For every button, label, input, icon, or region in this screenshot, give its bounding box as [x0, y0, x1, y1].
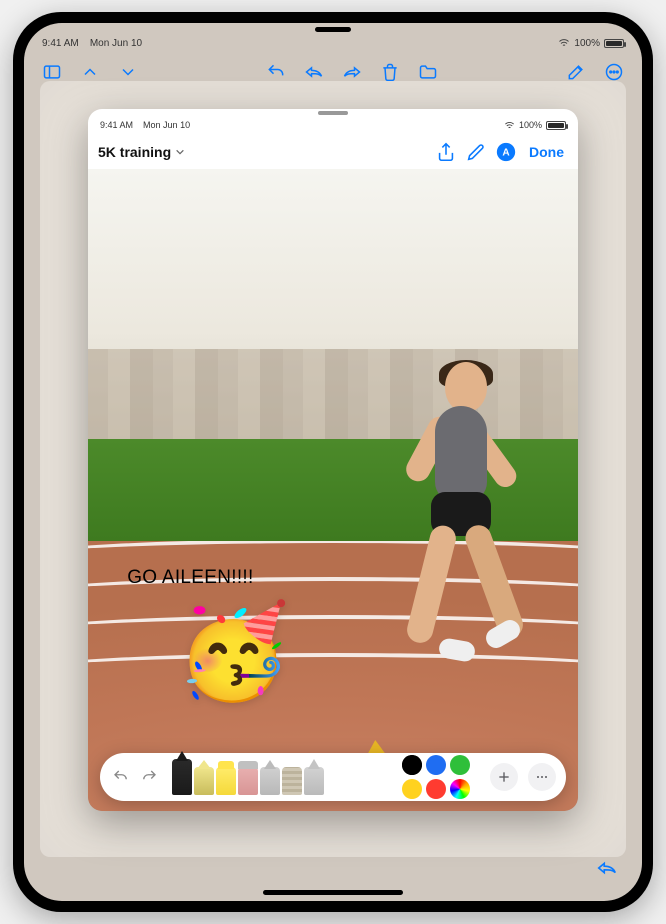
document-title-button[interactable]: 5K training [98, 144, 185, 160]
sheet-battery-percent: 100% [519, 120, 542, 130]
screen: 9:41 AM Mon Jun 10 100% [24, 23, 642, 901]
done-button[interactable]: Done [525, 144, 568, 160]
chevron-down-icon [175, 147, 185, 157]
battery-percent: 100% [574, 38, 600, 49]
text-annotation[interactable]: GO AILEEN!!!! [127, 567, 253, 589]
forward-icon[interactable] [342, 62, 362, 82]
wifi-icon [558, 37, 570, 49]
lasso-tool[interactable] [260, 767, 280, 795]
photo-canvas[interactable]: GO AILEEN!!!! 🥳 [88, 169, 578, 811]
more-icon[interactable] [604, 62, 624, 82]
runner-figure [389, 362, 529, 682]
compose-icon[interactable] [566, 62, 586, 82]
svg-text:A: A [502, 148, 510, 159]
color-blue[interactable] [426, 755, 446, 775]
battery-icon [604, 39, 624, 48]
sheet-wifi-icon [504, 120, 515, 131]
markup-sheet: 9:41 AM Mon Jun 10 100% 5K training [88, 109, 578, 811]
tool-picker [172, 759, 324, 795]
sidebar-toggle-icon[interactable] [42, 62, 62, 82]
share-icon[interactable] [435, 141, 457, 163]
document-title: 5K training [98, 144, 171, 160]
folder-icon[interactable] [418, 62, 438, 82]
sheet-status-date: Mon Jun 10 [143, 120, 190, 130]
sheet-toolbar: 5K training A Done [88, 135, 578, 169]
redo-button[interactable] [138, 766, 160, 788]
sheet-status-bar: 9:41 AM Mon Jun 10 100% [88, 115, 578, 135]
ruler-tool[interactable] [282, 767, 302, 795]
color-picker[interactable] [450, 779, 470, 799]
status-bar: 9:41 AM Mon Jun 10 100% [24, 32, 642, 54]
color-palette [402, 755, 480, 799]
auto-shape-icon[interactable]: A [495, 141, 517, 163]
color-green[interactable] [450, 755, 470, 775]
reply-fab-icon[interactable] [596, 857, 618, 879]
reply-icon[interactable] [304, 62, 324, 82]
trash-icon[interactable] [380, 62, 400, 82]
status-date: Mon Jun 10 [90, 38, 142, 49]
color-black[interactable] [402, 755, 422, 775]
chevron-down-icon[interactable] [118, 62, 138, 82]
ipad-frame: 9:41 AM Mon Jun 10 100% [13, 12, 653, 912]
undo-button[interactable] [110, 766, 132, 788]
more-tools-button[interactable] [528, 763, 556, 791]
home-indicator[interactable] [263, 890, 403, 895]
status-time-date: 9:41 AM Mon Jun 10 [42, 38, 142, 49]
markup-toolbar [100, 753, 566, 801]
chevron-up-icon[interactable] [80, 62, 100, 82]
pencil-tool[interactable] [304, 767, 324, 795]
pen-tool[interactable] [172, 759, 192, 795]
add-button[interactable] [490, 763, 518, 791]
markup-pen-icon[interactable] [465, 141, 487, 163]
highlighter-tool[interactable] [216, 767, 236, 795]
marker-tool[interactable] [194, 767, 214, 795]
undo-icon[interactable] [266, 62, 286, 82]
sheet-battery-icon [546, 121, 566, 130]
color-yellow[interactable] [402, 779, 422, 799]
party-emoji-sticker[interactable]: 🥳 [176, 606, 291, 698]
eraser-tool[interactable] [238, 767, 258, 795]
status-time: 9:41 AM [42, 38, 79, 49]
sheet-status-time: 9:41 AM [100, 120, 133, 130]
color-red[interactable] [426, 779, 446, 799]
